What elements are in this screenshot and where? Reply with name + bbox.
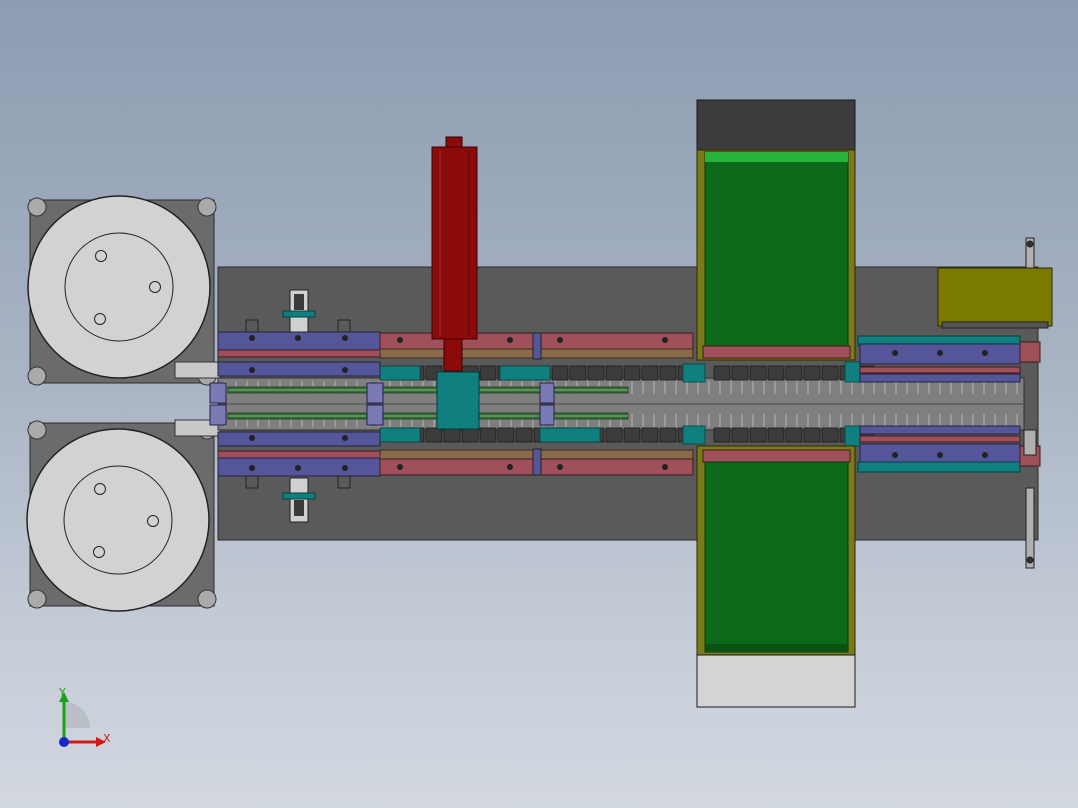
reel-top-foot-3 <box>27 366 47 386</box>
cross-conveyor-lower-belt <box>704 461 849 653</box>
rail-mid-lower[interactable] <box>379 448 694 476</box>
rail-right-upper[interactable] <box>857 335 1041 383</box>
rail-right-lower[interactable] <box>857 425 1041 473</box>
reel-bottom-disc <box>26 428 210 612</box>
graphics-viewport[interactable]: Y X <box>0 0 1078 808</box>
triad-y-label: Y <box>59 686 66 699</box>
press-head-block <box>436 371 480 430</box>
cross-conveyor-top-cap <box>696 99 856 153</box>
reel-top-foot-2 <box>197 197 217 217</box>
cross-conveyor-upper-belt <box>704 151 849 347</box>
reel-bottom-foot-4 <box>197 589 217 609</box>
control-box[interactable] <box>937 267 1053 329</box>
reel-bottom-foot-3 <box>27 589 47 609</box>
reel-top-disc <box>27 195 211 379</box>
machine-model-view[interactable] <box>0 0 1078 808</box>
reel-bottom[interactable] <box>26 419 221 612</box>
reel-bottom-foot-1 <box>27 420 47 440</box>
coordinate-triad: Y X <box>48 682 118 754</box>
reel-top-foot-1 <box>27 197 47 217</box>
rail-mid-upper[interactable] <box>379 332 694 360</box>
reel-top[interactable] <box>27 195 221 386</box>
reel-top-feed-arm <box>174 361 221 379</box>
cross-conveyor-bottom-cap <box>696 654 856 708</box>
press-cylinder[interactable] <box>431 136 480 430</box>
slot-row-lower <box>389 427 875 443</box>
triad-x-label: X <box>103 732 111 745</box>
